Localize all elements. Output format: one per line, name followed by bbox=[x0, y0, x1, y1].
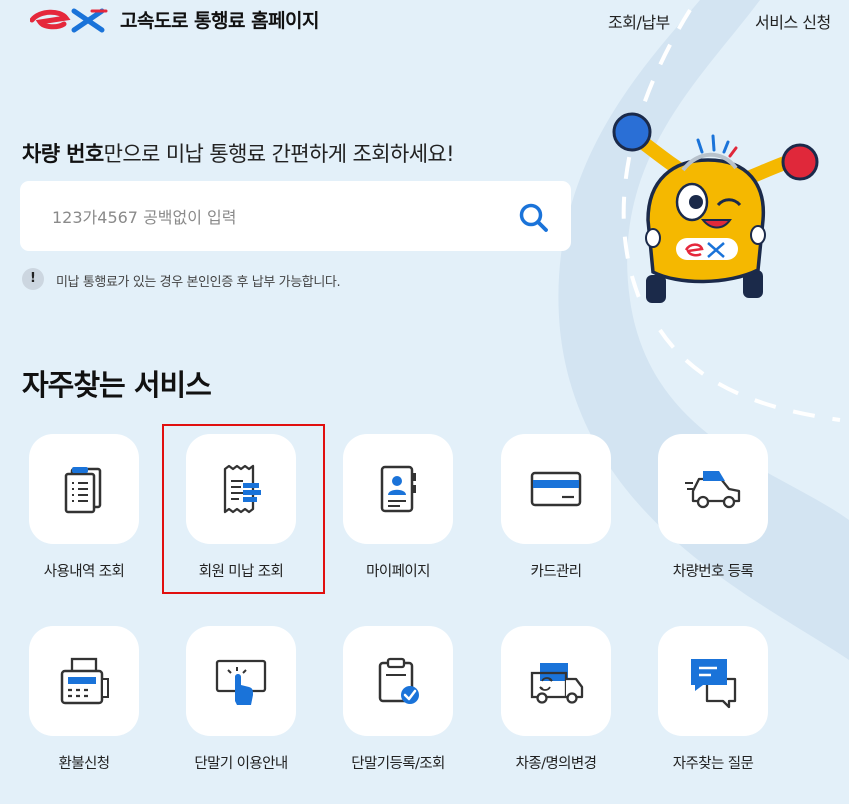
document-list-icon bbox=[64, 467, 102, 514]
service-card[interactable] bbox=[501, 626, 611, 736]
service-label: 차종/명의변경 bbox=[515, 756, 597, 772]
plate-search-box bbox=[20, 181, 571, 251]
car-icon bbox=[685, 471, 741, 509]
service-card[interactable] bbox=[501, 434, 611, 544]
service-label: 사용내역 조회 bbox=[43, 564, 125, 580]
service-label: 카드관리 bbox=[530, 564, 583, 580]
search-headline: 차량 번호만으로 미납 통행료 간편하게 조회하세요! bbox=[22, 138, 455, 168]
service-label: 마이페이지 bbox=[366, 564, 430, 580]
service-label: 차량번호 등록 bbox=[672, 564, 754, 580]
site-title[interactable]: 고속도로 통행료 홈페이지 bbox=[120, 6, 320, 33]
touch-terminal-icon bbox=[215, 659, 267, 705]
service-card[interactable] bbox=[186, 626, 296, 736]
service-card[interactable] bbox=[29, 434, 139, 544]
service-label: 단말기등록/조회 bbox=[351, 756, 445, 772]
profile-document-icon bbox=[380, 465, 416, 513]
service-card[interactable] bbox=[29, 626, 139, 736]
service-label: 환불신청 bbox=[58, 756, 111, 772]
service-card[interactable] bbox=[343, 434, 453, 544]
service-label: 자주찾는 질문 bbox=[672, 756, 754, 772]
headline-rest: 만으로 미납 통행료 간편하게 조회하세요! bbox=[103, 142, 455, 166]
section-title: 자주찾는 서비스 bbox=[22, 368, 212, 402]
service-card[interactable] bbox=[343, 626, 453, 736]
credit-card-icon bbox=[530, 471, 582, 507]
plate-number-input[interactable] bbox=[50, 201, 494, 233]
fax-machine-icon bbox=[60, 657, 109, 705]
service-card[interactable] bbox=[186, 434, 296, 544]
clipboard-check-icon bbox=[378, 657, 419, 704]
exclamation-icon: ! bbox=[22, 268, 44, 290]
service-card[interactable] bbox=[658, 626, 768, 736]
service-label: 단말기 이용안내 bbox=[194, 756, 288, 772]
notice-text: 미납 통행료가 있는 경우 본인인증 후 납부 가능합니다. bbox=[56, 275, 341, 290]
chat-bubbles-icon bbox=[691, 659, 737, 709]
search-icon[interactable] bbox=[517, 201, 549, 233]
receipt-icon bbox=[223, 464, 261, 514]
headline-bold: 차량 번호 bbox=[22, 142, 104, 166]
ex-logo[interactable] bbox=[30, 6, 110, 34]
truck-exchange-icon bbox=[530, 663, 584, 704]
mascot-car-illustration bbox=[612, 112, 819, 303]
nav-service-apply[interactable]: 서비스 신청 bbox=[755, 9, 831, 33]
service-label: 회원 미납 조회 bbox=[198, 564, 284, 580]
nav-inquiry-payment[interactable]: 조회/납부 bbox=[608, 9, 670, 33]
service-card[interactable] bbox=[658, 434, 768, 544]
